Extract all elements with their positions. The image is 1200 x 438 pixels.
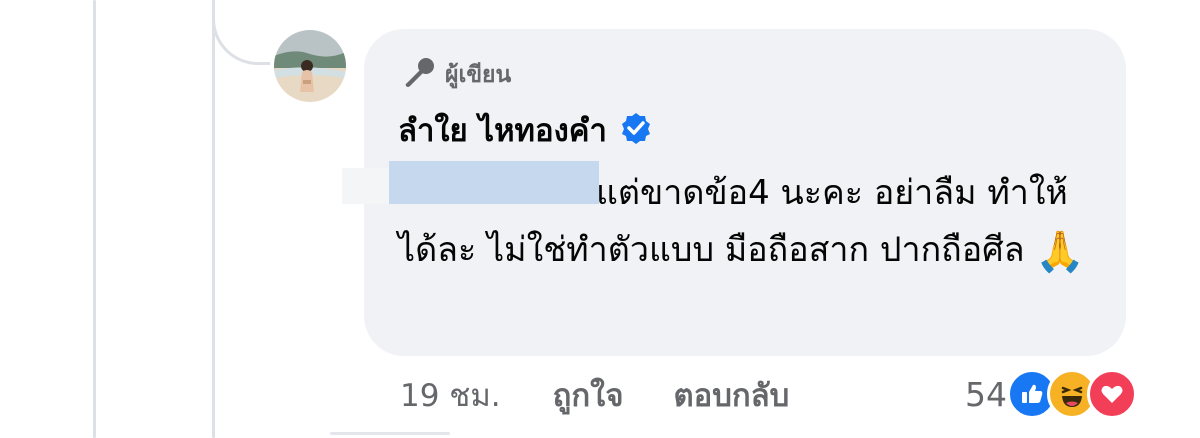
next-comment-divider	[330, 432, 450, 435]
redacted-mention-shadow	[342, 168, 394, 204]
thread-line	[93, 0, 96, 438]
reaction-count: 54	[965, 374, 1007, 414]
reactions-summary[interactable]: 54	[965, 368, 1137, 420]
thread-connector	[212, 0, 270, 65]
avatar[interactable]	[274, 30, 346, 102]
avatar-photo	[274, 30, 346, 102]
comment-body: แต่ขาดข้อ4 นะคะ อย่าลืม ทำให้ได้ละ ไม่ใช…	[398, 173, 1068, 270]
author-badge-label: ผู้เขียน	[445, 62, 512, 88]
thread-line-reply	[212, 0, 215, 438]
like-button[interactable]: ถูกใจ	[553, 370, 624, 420]
timestamp[interactable]: 19 ชม.	[400, 370, 501, 420]
prayer-emoji: 🙏	[1035, 229, 1086, 275]
verified-badge-icon	[619, 111, 653, 149]
microphone-icon	[403, 56, 437, 94]
love-icon	[1087, 369, 1137, 419]
commenter-name[interactable]: ลำใย ไหทองคำ	[398, 105, 607, 155]
comment-text: แต่ขาดข้อ4 นะคะ อย่าลืม ทำให้ได้ละ ไม่ใช…	[398, 165, 1098, 281]
reply-button[interactable]: ตอบกลับ	[673, 370, 789, 420]
author-badge: ผู้เขียน	[403, 55, 511, 95]
comment-actions: 19 ชม. ถูกใจ ตอบกลับ	[400, 372, 789, 418]
